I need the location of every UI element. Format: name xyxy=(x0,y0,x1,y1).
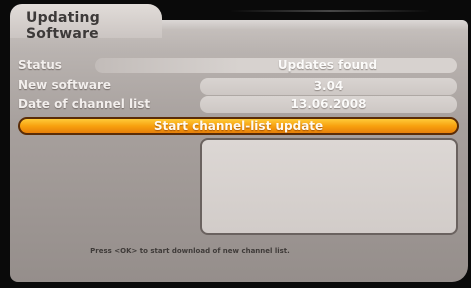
date-channel-list-value: 13.06.2008 xyxy=(200,96,457,113)
dialog-title: Updating Software xyxy=(10,4,162,42)
top-glare xyxy=(230,10,430,12)
software-update-screen: Updating Software Status Updates found N… xyxy=(0,0,471,288)
new-software-value: 3.04 xyxy=(200,78,457,95)
info-box xyxy=(200,138,458,235)
new-software-label: New software xyxy=(18,78,112,92)
date-channel-list-label: Date of channel list xyxy=(18,97,151,111)
hint-text: Press <OK> to start download of new chan… xyxy=(90,247,290,255)
start-channel-list-update-button[interactable]: Start channel-list update xyxy=(18,117,459,135)
status-label: Status xyxy=(18,58,62,72)
status-value: Updates found xyxy=(277,58,378,72)
